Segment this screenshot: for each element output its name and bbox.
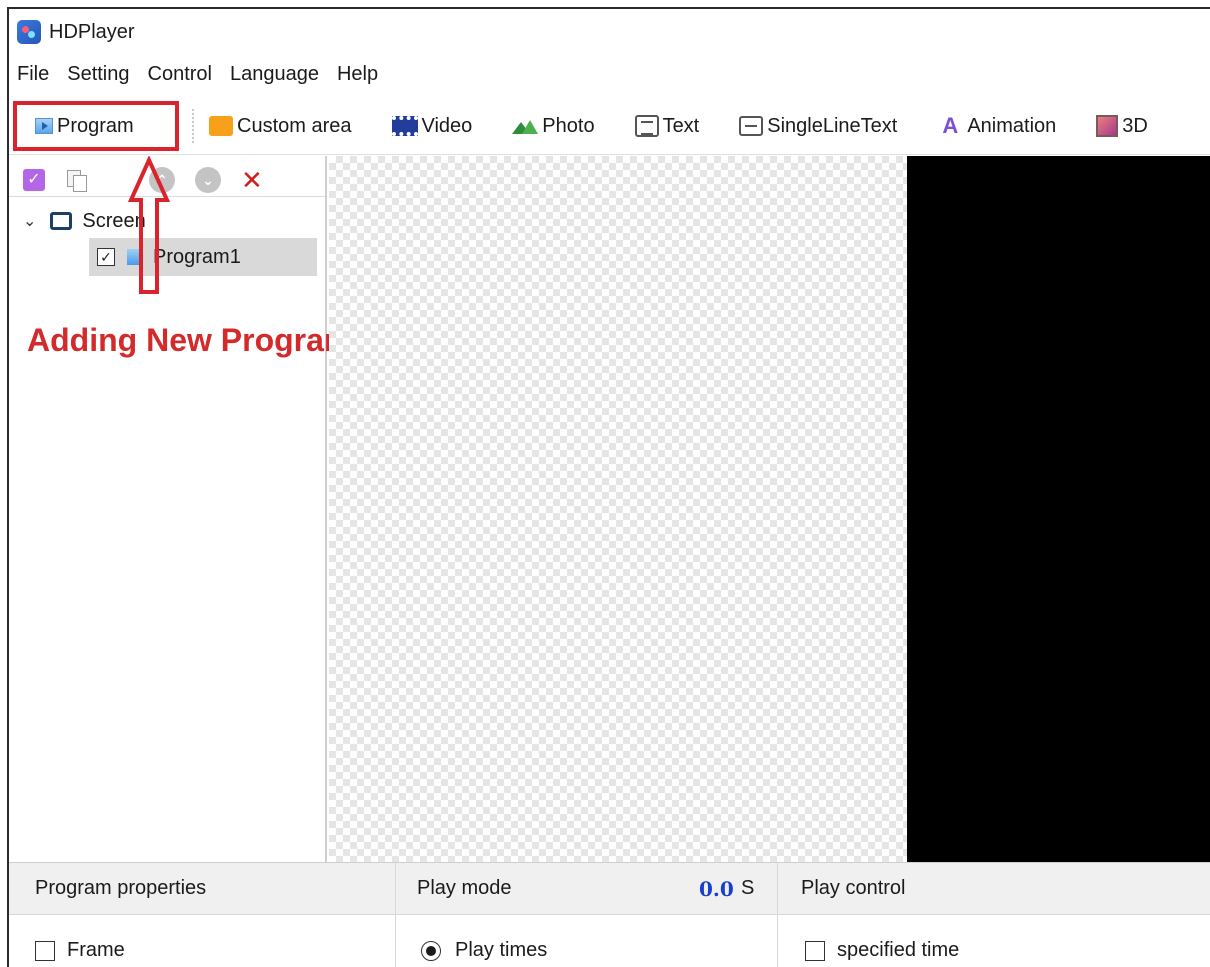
toolbar-separator (192, 109, 194, 143)
text-icon (634, 115, 659, 137)
column-divider (395, 863, 396, 967)
menu-bar: File Setting Control Language Help (9, 57, 396, 91)
annotation-arrow-icon (127, 156, 171, 294)
photo-button[interactable]: Photo (512, 104, 595, 148)
menu-setting[interactable]: Setting (67, 63, 129, 86)
program-tree-panel: ✓ ⌃ ⌄ ✕ ⌄ Screen ✓ Program1 Adding New P… (9, 156, 352, 862)
frame-option[interactable]: Frame (35, 939, 125, 962)
menu-file[interactable]: File (17, 63, 49, 86)
video-icon (391, 116, 418, 136)
column-divider (777, 863, 778, 967)
video-button[interactable]: Video (391, 104, 473, 148)
animation-label: Animation (967, 114, 1057, 137)
play-times-option[interactable]: Play times (421, 939, 547, 962)
specified-time-label: specified time (837, 939, 960, 961)
frame-checkbox[interactable] (35, 940, 55, 961)
text-label: Text (662, 114, 700, 137)
frame-label: Frame (67, 939, 125, 961)
play-mode-value: 0.0 (699, 877, 734, 901)
menu-help[interactable]: Help (337, 63, 378, 86)
single-line-text-icon (739, 116, 764, 136)
play-mode-unit: S (741, 877, 755, 899)
animation-icon: A (942, 113, 959, 138)
delete-icon[interactable]: ✕ (241, 167, 263, 193)
select-all-icon[interactable]: ✓ (23, 169, 45, 191)
program-icon (35, 118, 53, 134)
custom-area-label: Custom area (237, 114, 352, 137)
window-title: HDPlayer (49, 20, 135, 43)
photo-label: Photo (542, 114, 595, 137)
custom-area-button[interactable]: Custom area (209, 104, 352, 148)
video-label: Video (421, 114, 473, 137)
copy-icon[interactable] (65, 169, 87, 192)
program-properties-heading: Program properties (35, 877, 207, 899)
3d-label: 3D (1122, 114, 1148, 137)
specified-time-checkbox[interactable] (805, 940, 825, 961)
3d-icon (1096, 115, 1119, 137)
play-times-radio[interactable] (421, 940, 441, 961)
annotation-text: Adding New Program (27, 322, 353, 358)
menu-control[interactable]: Control (148, 63, 212, 86)
menu-language[interactable]: Language (230, 63, 319, 86)
title-bar: HDPlayer (9, 9, 1210, 55)
screen-icon (50, 212, 73, 230)
photo-icon (512, 118, 539, 134)
program-checkbox[interactable]: ✓ (97, 248, 115, 266)
move-down-icon[interactable]: ⌄ (195, 167, 221, 193)
play-control-heading: Play control (801, 877, 906, 899)
text-button[interactable]: Text (634, 104, 700, 148)
specified-time-option[interactable]: specified time (805, 939, 959, 962)
program-button[interactable]: Program (13, 101, 179, 151)
hdplayer-app-icon (17, 20, 41, 44)
play-mode-heading: Play mode (417, 877, 512, 899)
tree-node-program[interactable]: ✓ Program1 (89, 238, 317, 276)
preview-canvas[interactable] (329, 156, 907, 862)
custom-area-icon (209, 116, 233, 136)
app-window: HDPlayer File Setting Control Language H… (7, 7, 1210, 967)
3d-button[interactable]: 3D (1096, 104, 1148, 148)
program-button-label: Program (57, 114, 134, 137)
toolbar-items: Custom area Video Photo Text SingleLineT… (209, 103, 1188, 149)
properties-panel: Program properties Play mode 0.0 S Play … (9, 862, 1210, 967)
paste-icon[interactable] (107, 169, 129, 191)
chevron-down-icon[interactable]: ⌄ (23, 211, 36, 231)
screen-preview-area[interactable] (907, 156, 1210, 862)
main-toolbar: Program Custom area Video Photo Text Sin… (9, 95, 1210, 155)
animation-button[interactable]: A Animation (937, 104, 1056, 148)
single-line-text-label: SingleLineText (767, 114, 898, 137)
play-times-label: Play times (455, 939, 548, 961)
single-line-text-button[interactable]: SingleLineText (739, 104, 897, 148)
